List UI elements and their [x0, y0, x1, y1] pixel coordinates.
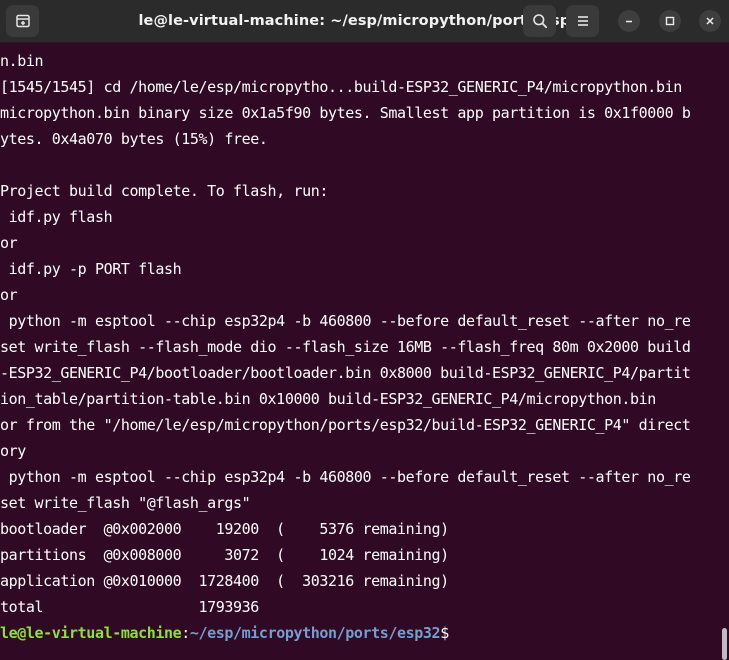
prompt-symbol: $ — [440, 624, 449, 642]
prompt-colon: : — [181, 624, 190, 642]
terminal-line: -ESP32_GENERIC_P4/bootloader/bootloader.… — [0, 364, 691, 382]
scrollbar-thumb[interactable] — [722, 628, 727, 660]
hamburger-menu-icon — [577, 16, 588, 26]
terminal-line: python -m esptool --chip esp32p4 -b 4608… — [0, 312, 691, 330]
minimize-icon — [626, 20, 632, 23]
terminal-line: total 1793936 — [0, 598, 259, 616]
terminal-line: idf.py -p PORT flash — [0, 260, 182, 278]
maximize-button[interactable] — [659, 10, 681, 32]
terminal-line: [1545/1545] cd /home/le/esp/micropytho..… — [0, 78, 682, 96]
maximize-icon — [665, 16, 675, 26]
close-icon — [706, 17, 714, 25]
terminal-line: ory — [0, 442, 26, 460]
terminal-line: partitions @0x008000 3072 ( 1024 remaini… — [0, 546, 449, 564]
terminal-line: ion_table/partition-table.bin 0x10000 bu… — [0, 390, 656, 408]
search-icon — [532, 14, 547, 29]
terminal-line: application @0x010000 1728400 ( 303216 r… — [0, 572, 449, 590]
terminal-line: ytes. 0x4a070 bytes (15%) free. — [0, 130, 268, 148]
menu-button[interactable] — [566, 5, 599, 37]
search-button[interactable] — [523, 5, 556, 37]
prompt-user-host: le@le-virtual-machine — [0, 624, 182, 642]
terminal-line: or from the "/home/le/esp/micropython/po… — [0, 416, 691, 434]
terminal-line: or — [0, 286, 18, 304]
terminal-window: le@le-virtual-machine: ~/esp/micropython… — [0, 0, 729, 660]
prompt-path: ~/esp/micropython/ports/esp32 — [189, 624, 441, 642]
terminal-line: set write_flash --flash_mode dio --flash… — [0, 338, 691, 356]
terminal-output[interactable]: n.bin [1545/1545] cd /home/le/esp/microp… — [0, 43, 729, 660]
terminal-line: n.bin — [0, 52, 44, 70]
terminal-line: micropython.bin binary size 0x1a5f90 byt… — [0, 104, 691, 122]
terminal-line: set write_flash "@flash_args" — [0, 494, 251, 512]
close-button[interactable] — [699, 10, 721, 32]
terminal-line: Project build complete. To flash, run: — [0, 182, 328, 200]
terminal-line: or — [0, 234, 18, 252]
title-bar: le@le-virtual-machine: ~/esp/micropython… — [0, 0, 729, 43]
terminal-line: bootloader @0x002000 19200 ( 5376 remain… — [0, 520, 449, 538]
terminal-line: python -m esptool --chip esp32p4 -b 4608… — [0, 468, 691, 486]
terminal-line: idf.py flash — [0, 208, 113, 226]
minimize-button[interactable] — [618, 10, 640, 32]
prompt-line: le@le-virtual-machine:~/esp/micropython/… — [0, 620, 729, 646]
